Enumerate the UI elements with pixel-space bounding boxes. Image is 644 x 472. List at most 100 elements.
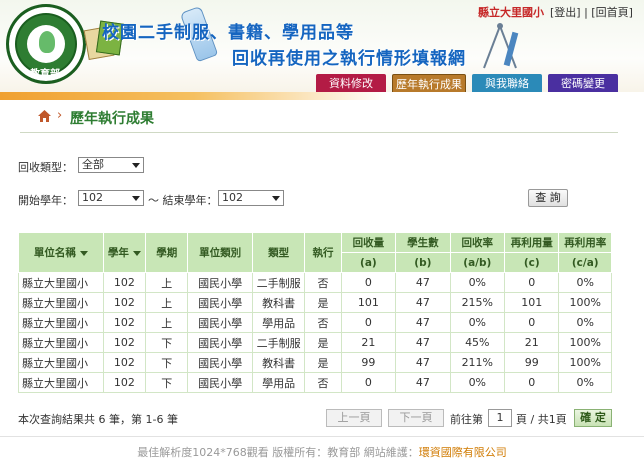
chevron-down-icon (132, 163, 140, 168)
col-unit-name[interactable]: 單位名稱 (18, 232, 104, 273)
end-year-select[interactable]: 102 (218, 190, 284, 206)
sub-ca: (c/a) (558, 252, 612, 273)
table-cell: 0% (558, 312, 612, 333)
table-cell: 下 (145, 372, 189, 393)
col-semester: 學期 (145, 232, 189, 273)
table-cell: 下 (145, 332, 189, 353)
col-unit-type: 單位類別 (187, 232, 253, 273)
col-category: 類型 (251, 232, 306, 273)
table-cell: 下 (145, 352, 189, 373)
confirm-page-button[interactable]: 確 定 (574, 409, 612, 427)
table-row: 縣立大里國小 102 上國民小學 學用品否 0 47 0% 0 0% (18, 312, 612, 333)
sub-ab: (a/b) (449, 252, 506, 273)
chevron-right-icon: › (57, 108, 63, 123)
sort-icon[interactable] (132, 250, 141, 256)
table-cell: 國民小學 (187, 332, 253, 353)
table-cell: 47 (395, 312, 451, 333)
table-cell: 教科書 (251, 292, 306, 313)
chevron-down-icon (272, 196, 280, 201)
home-icon[interactable] (38, 110, 51, 122)
nav-history-results[interactable]: 歷年執行成果 (392, 74, 466, 94)
table-cell: 國民小學 (187, 372, 253, 393)
table-cell: 99 (504, 352, 560, 373)
table-cell: 上 (145, 312, 189, 333)
header-divider (0, 92, 644, 100)
type-label: 回收類型： (18, 161, 73, 174)
results-table: 單位名稱 學年 學期 單位類別 類型 執行 回收量 學生數 回收率 再利用量 再… (18, 232, 612, 393)
table-cell: 0% (558, 372, 612, 393)
col-recycled: 回收量 (340, 232, 397, 253)
table-cell: 100% (558, 292, 612, 313)
table-cell: 縣立大里國小 (18, 332, 104, 353)
footer-copyright: 最佳解析度1024*768觀看 版權所有：教育部 網站維護：環資國際有限公司 (0, 444, 644, 460)
page-input[interactable]: 1 (488, 409, 512, 427)
table-cell: 102 (102, 372, 147, 393)
table-cell: 二手制服 (251, 332, 306, 353)
table-cell: 是 (304, 352, 342, 373)
chevron-down-icon (132, 196, 140, 201)
nav-edit-data[interactable]: 資料修改 (316, 74, 386, 94)
type-select[interactable]: 全部 (78, 157, 144, 173)
table-cell: 47 (395, 372, 451, 393)
nav-contact[interactable]: 與我聯絡 (472, 74, 542, 94)
table-cell: 0 (340, 372, 397, 393)
table-cell: 0% (449, 372, 506, 393)
table-cell: 99 (340, 352, 397, 373)
footer-org-link[interactable]: 環資國際有限公司 (419, 446, 507, 459)
table-cell: 縣立大里國小 (18, 292, 104, 313)
table-cell: 0 (340, 312, 397, 333)
table-cell: 0 (504, 372, 560, 393)
table-cell: 102 (102, 312, 147, 333)
end-year-value: 102 (222, 191, 243, 204)
table-cell: 45% (449, 332, 506, 353)
table-row: 縣立大里國小 102 上國民小學 二手制服否 0 47 0% 0 0% (18, 272, 612, 293)
table-cell: 縣立大里國小 (18, 312, 104, 333)
footer-text: 最佳解析度1024*768觀看 版權所有：教育部 網站維護： (137, 446, 419, 459)
query-button[interactable]: 查 詢 (528, 189, 568, 207)
table-row: 縣立大里國小 102 下國民小學 學用品否 0 47 0% 0 0% (18, 372, 612, 393)
logout-link[interactable]: [登出] (550, 6, 581, 19)
section-divider (20, 132, 618, 133)
table-cell: 102 (102, 272, 147, 293)
next-page-button[interactable]: 下一頁 (388, 409, 444, 427)
table-cell: 是 (304, 332, 342, 353)
site-title-line1: 校園二手制服、書籍、學用品等 (102, 23, 354, 43)
table-cell: 100% (558, 332, 612, 353)
table-cell: 47 (395, 292, 451, 313)
result-summary: 本次查詢結果共 6 筆，第 1-6 筆 (18, 413, 178, 426)
nav-change-password[interactable]: 密碼變更 (548, 74, 618, 94)
col-executed: 執行 (304, 232, 342, 273)
table-cell: 211% (449, 352, 506, 373)
type-select-value: 全部 (82, 158, 104, 171)
prev-page-button[interactable]: 上一頁 (326, 409, 382, 427)
start-year-select[interactable]: 102 (78, 190, 144, 206)
home-link[interactable]: [回首頁] (591, 6, 633, 19)
top-links: [登出] | [回首頁] (550, 6, 633, 19)
table-cell: 0% (449, 312, 506, 333)
sub-c: (c) (504, 252, 560, 273)
total-pages-label: 頁 / 共1頁 (516, 413, 567, 426)
table-cell: 21 (504, 332, 560, 353)
sub-b: (b) (395, 252, 451, 273)
site-header: 教育部 校園二手制服、書籍、學用品等 回收再使用之執行情形填報網 縣立大里國小 … (0, 0, 644, 98)
start-year-value: 102 (82, 191, 103, 204)
school-name-link[interactable]: 縣立大里國小 (478, 4, 544, 20)
table-cell: 0 (340, 272, 397, 293)
table-cell: 上 (145, 272, 189, 293)
col-reuse-rate: 再利用率 (558, 232, 612, 253)
start-year-label: 開始學年： (18, 194, 73, 207)
table-cell: 否 (304, 372, 342, 393)
table-cell: 0 (504, 272, 560, 293)
table-cell: 國民小學 (187, 352, 253, 373)
table-cell: 0% (449, 272, 506, 293)
table-row: 縣立大里國小 102 下國民小學 教科書是 99 47 211% 99 100% (18, 352, 612, 373)
col-year[interactable]: 學年 (102, 232, 147, 273)
main-nav: 資料修改 歷年執行成果 與我聯絡 密碼變更 (316, 74, 618, 94)
sort-icon[interactable] (79, 250, 88, 256)
table-cell: 縣立大里國小 (18, 272, 104, 293)
ministry-logo[interactable]: 教育部 (6, 4, 86, 84)
table-cell: 學用品 (251, 372, 306, 393)
table-cell: 縣立大里國小 (18, 372, 104, 393)
table-cell: 100% (558, 352, 612, 373)
table-cell: 21 (340, 332, 397, 353)
